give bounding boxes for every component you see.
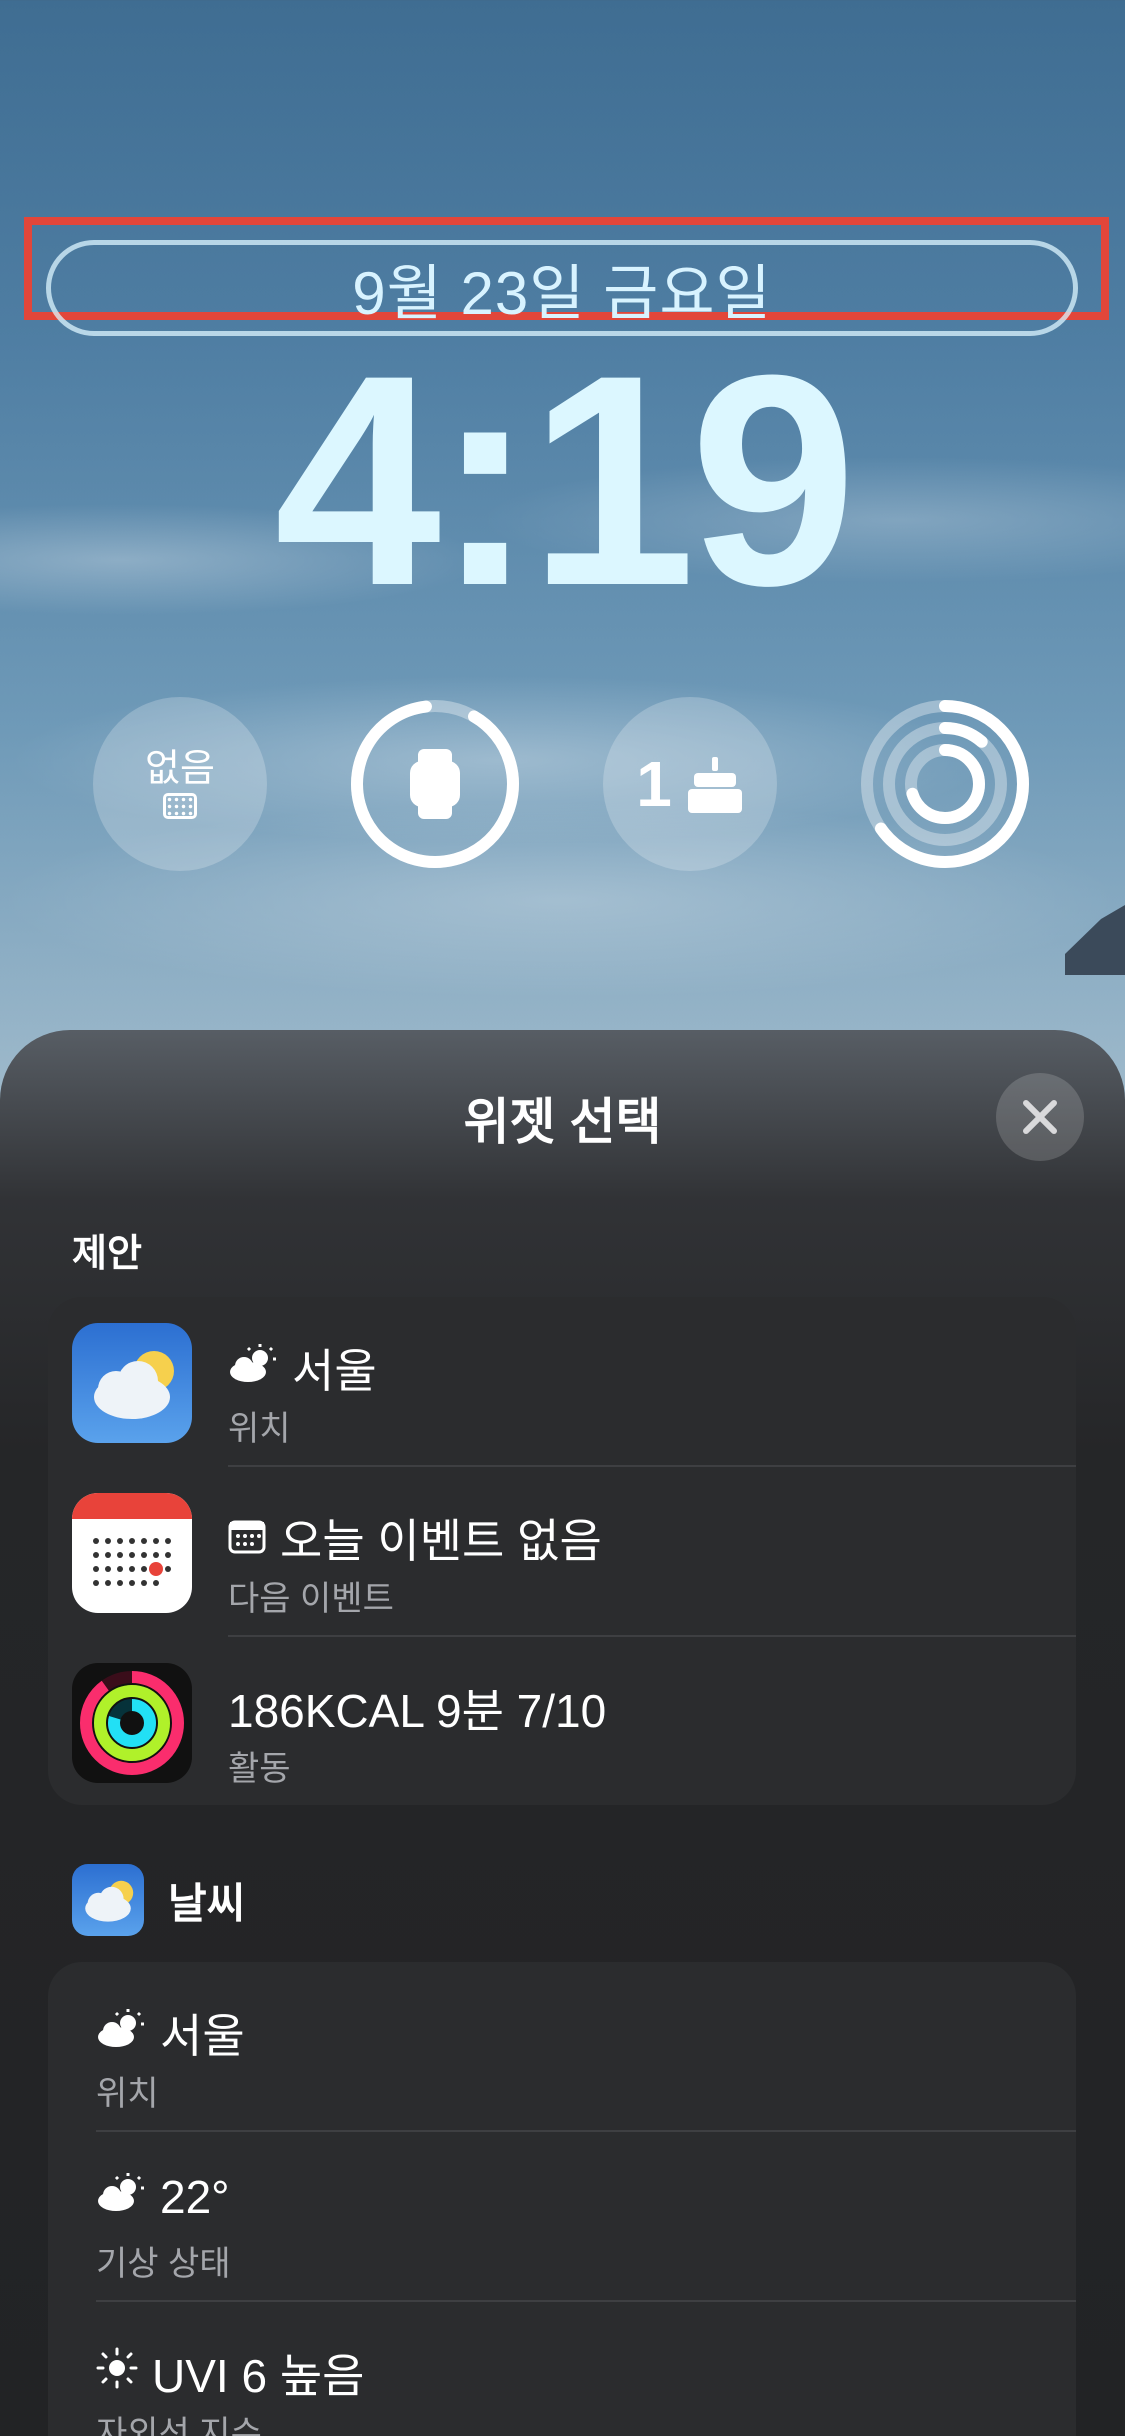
suggestion-title: 서울 bbox=[228, 1335, 377, 1401]
weather-widget-uv-index[interactable]: UVI 6 높음 자외선 지수 bbox=[48, 2302, 1076, 2436]
close-button[interactable] bbox=[996, 1073, 1084, 1161]
calendar-small-icon bbox=[228, 1511, 266, 1565]
partly-sunny-icon bbox=[228, 1341, 278, 1395]
suggestion-subtitle: 위치 bbox=[228, 1410, 291, 1448]
calendar-icon bbox=[163, 793, 197, 819]
suggestion-title: 186KCAL 9분 7/10 bbox=[228, 1685, 607, 1737]
activity-rings-icon bbox=[861, 700, 1029, 868]
suggestions-label: 제안 bbox=[72, 1233, 142, 1275]
widget-title: 22° bbox=[96, 2170, 230, 2224]
suggestion-subtitle: 활동 bbox=[228, 1750, 291, 1788]
partly-sunny-icon bbox=[96, 2006, 146, 2060]
widget-title: 서울 bbox=[96, 2000, 245, 2066]
calendar-widget[interactable]: 없음 bbox=[93, 697, 267, 871]
widget-title: UVI 6 높음 bbox=[96, 2340, 364, 2406]
suggestion-activity[interactable]: 186KCAL 9분 7/10 활동 bbox=[48, 1637, 1076, 1807]
birthday-count: 1 bbox=[636, 748, 672, 820]
calendar-widget-text: 없음 bbox=[145, 748, 215, 790]
suggestions-card: 서울 위치 오늘 이벤트 없음 다음 이벤트 186KCAL 9분 7/10 활… bbox=[48, 1297, 1076, 1805]
suggestion-subtitle: 다음 이벤트 bbox=[228, 1580, 394, 1618]
weather-widget-location[interactable]: 서울 위치 bbox=[48, 1962, 1076, 2132]
close-icon bbox=[1023, 1100, 1057, 1134]
calendar-app-icon bbox=[72, 1493, 192, 1613]
weather-widgets-card: 서울 위치 22° 기상 상태 UVI 6 높음 자외선 지수 bbox=[48, 1962, 1076, 2436]
clock-time: 4:19 bbox=[274, 312, 856, 648]
activity-app-icon bbox=[72, 1663, 192, 1783]
weather-app-header[interactable]: 날씨 bbox=[72, 1864, 245, 1936]
suggestion-weather-location[interactable]: 서울 위치 bbox=[48, 1297, 1076, 1467]
weather-app-icon bbox=[72, 1323, 192, 1443]
cake-icon bbox=[687, 757, 742, 813]
weather-app-icon bbox=[72, 1864, 144, 1936]
activity-rings-widget[interactable] bbox=[858, 697, 1032, 871]
widget-subtitle: 위치 bbox=[96, 2075, 159, 2113]
watch-icon bbox=[351, 700, 519, 868]
suggestion-title: 오늘 이벤트 없음 bbox=[228, 1505, 602, 1571]
suggestion-next-event[interactable]: 오늘 이벤트 없음 다음 이벤트 bbox=[48, 1467, 1076, 1637]
watch-battery-widget[interactable] bbox=[348, 697, 522, 871]
weather-widget-conditions[interactable]: 22° 기상 상태 bbox=[48, 2132, 1076, 2302]
widget-subtitle: 자외선 지수 bbox=[96, 2415, 262, 2436]
widget-subtitle: 기상 상태 bbox=[96, 2245, 231, 2283]
sheet-title: 위젯 선택 bbox=[463, 1094, 662, 1150]
sun-icon bbox=[96, 2346, 138, 2400]
birthday-widget[interactable]: 1 bbox=[603, 697, 777, 871]
weather-app-name: 날씨 bbox=[168, 1879, 246, 1927]
partly-sunny-icon bbox=[96, 2170, 146, 2224]
